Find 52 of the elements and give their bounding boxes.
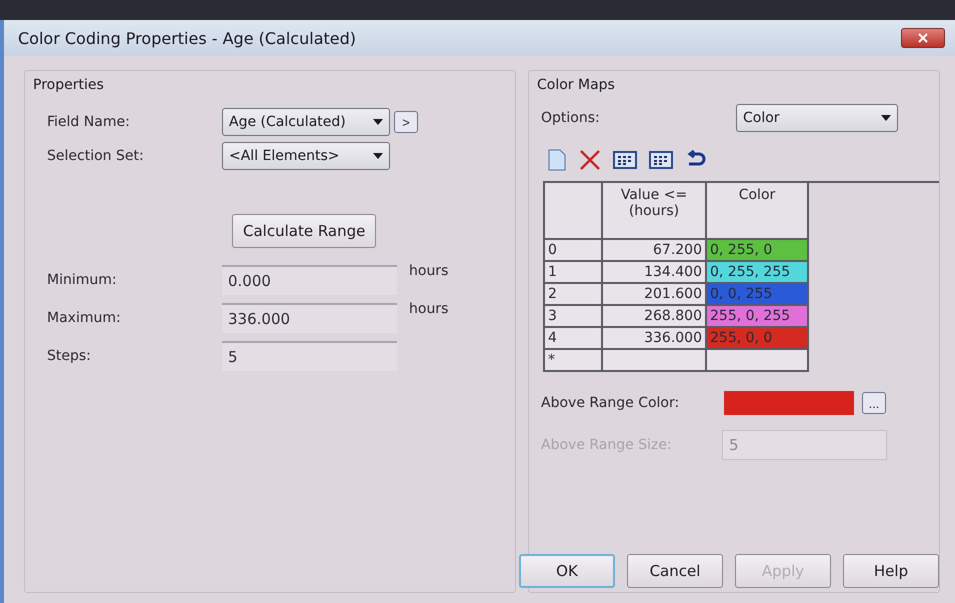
group-title: Properties — [33, 77, 105, 93]
field-label: Options: — [541, 110, 601, 126]
color-cell: 0, 255, 255 — [706, 261, 808, 283]
color-cell: 0, 0, 255 — [706, 283, 808, 305]
group-title: Color Maps — [537, 77, 616, 93]
color-cell: 0, 255, 0 — [706, 239, 808, 261]
browse-button[interactable]: ... — [862, 392, 886, 414]
dialog-button[interactable]: OK — [519, 554, 615, 588]
close-icon — [918, 33, 928, 43]
dropdown[interactable]: Color — [736, 104, 898, 132]
next-button[interactable]: > — [394, 111, 418, 133]
calculate-range-button[interactable]: Calculate Range — [232, 214, 376, 248]
close-button[interactable] — [901, 28, 945, 48]
field-label: Minimum: — [47, 272, 118, 288]
field-label: Maximum: — [47, 310, 122, 326]
caret-icon — [373, 119, 383, 125]
new-document-icon[interactable] — [547, 149, 567, 171]
dialog-button[interactable]: Cancel — [627, 554, 723, 588]
column-header: Value <= (hours) — [602, 183, 706, 239]
row-index: 4 — [544, 327, 602, 349]
row-index: 1 — [544, 261, 602, 283]
grid-icon[interactable] — [649, 151, 673, 169]
input-field[interactable]: 0.000 — [222, 265, 397, 295]
table-cell: 134.400 — [602, 261, 706, 283]
input-field[interactable]: 5 — [222, 341, 397, 371]
delete-icon[interactable] — [579, 149, 601, 171]
dropdown[interactable]: <All Elements> — [222, 142, 390, 170]
table-cell: 268.800 — [602, 305, 706, 327]
field-label: Field Name: — [47, 114, 131, 130]
field-label: Above Range Color: — [541, 395, 680, 411]
field-label: Steps: — [47, 348, 92, 364]
column-header: Color — [706, 183, 808, 239]
row-index: 0 — [544, 239, 602, 261]
row-index: 2 — [544, 283, 602, 305]
color-cell: 255, 0, 255 — [706, 305, 808, 327]
table-cell: 201.600 — [602, 283, 706, 305]
unit-label: hours — [409, 301, 448, 317]
table-cell: 336.000 — [602, 327, 706, 349]
caret-icon — [373, 153, 383, 159]
new-row-marker: * — [544, 349, 602, 371]
caret-icon — [881, 115, 891, 121]
grid-icon[interactable] — [613, 151, 637, 169]
dialog-button[interactable]: Help — [843, 554, 939, 588]
input-field[interactable]: 336.000 — [222, 303, 397, 333]
field-label: Selection Set: — [47, 148, 145, 164]
color-cell: 255, 0, 0 — [706, 327, 808, 349]
row-index: 3 — [544, 305, 602, 327]
window-title: Color Coding Properties - Age (Calculated) — [18, 28, 356, 48]
table-cell: 67.200 — [602, 239, 706, 261]
unit-label: hours — [409, 263, 448, 279]
dropdown[interactable]: Age (Calculated) — [222, 108, 390, 136]
color-swatch[interactable] — [724, 391, 854, 415]
